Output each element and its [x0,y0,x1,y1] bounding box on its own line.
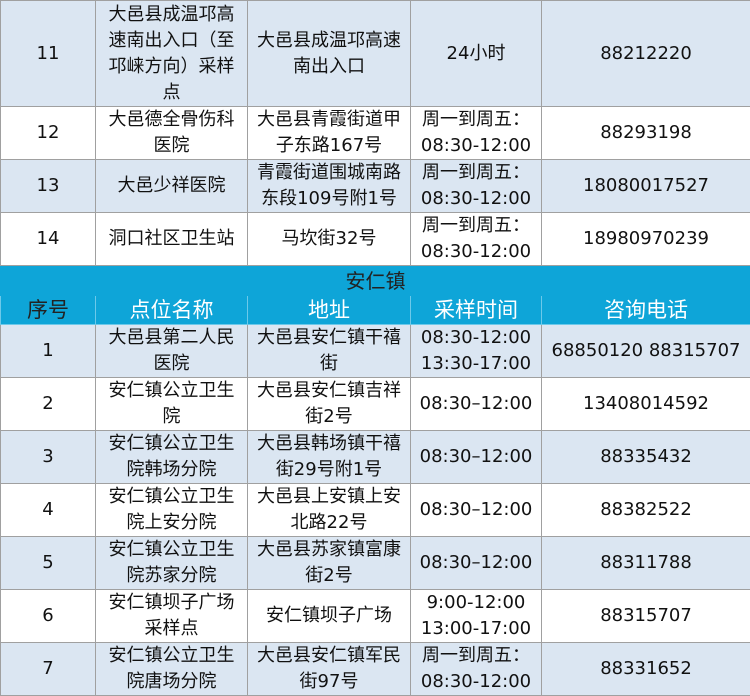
row-number: 11 [0,0,96,107]
table-row: 12 大邑德全骨伤科医院 大邑县青霞街道甲子东路167号 周一到周五：08:30… [0,106,750,160]
site-address: 大邑县青霞街道甲子东路167号 [247,106,411,160]
table-row: 3 安仁镇公立卫生院韩场分院 大邑县韩场镇干禧街29号附1号 08:30–12:… [0,430,750,484]
sampling-time: 08:30–12:00 [410,430,542,484]
row-number: 13 [0,159,96,213]
site-address: 马坎街32号 [247,212,411,266]
site-address: 青霞街道围城南路东段109号附1号 [247,159,411,213]
row-number: 12 [0,106,96,160]
site-name: 安仁镇公立卫生院苏家分院 [95,536,248,590]
site-name: 大邑县第二人民医院 [95,324,248,378]
table-row: 2 安仁镇公立卫生院 大邑县安仁镇吉祥街2号 08:30–12:00 13408… [0,377,750,431]
sampling-time: 08:30–12:00 [410,377,542,431]
phone-number: 88382522 [541,483,750,537]
column-header-address: 地址 [247,295,411,325]
site-name: 大邑少祥医院 [95,159,248,213]
row-number: 2 [0,377,96,431]
phone-number: 18080017527 [541,159,750,213]
site-name: 安仁镇公立卫生院唐场分院 [95,642,248,696]
site-address: 大邑县安仁镇吉祥街2号 [247,377,411,431]
phone-number: 88311788 [541,536,750,590]
sampling-time: 周一到周五：08:30-12:00 [410,106,542,160]
table-row: 1 大邑县第二人民医院 大邑县安仁镇干禧街 08:30-12:00 13:30-… [0,324,750,378]
column-header-row: 序号 点位名称 地址 采样时间 咨询电话 [0,295,750,325]
sampling-time: 周一到周五：08:30-12:00 [410,212,542,266]
phone-number: 18980970239 [541,212,750,266]
phone-number: 88212220 [541,0,750,107]
section-title: 安仁镇 [0,265,750,296]
site-name: 安仁镇公立卫生院 [95,377,248,431]
site-name: 洞口社区卫生站 [95,212,248,266]
table-row: 13 大邑少祥医院 青霞街道围城南路东段109号附1号 周一到周五：08:30-… [0,159,750,213]
row-number: 7 [0,642,96,696]
table-row: 6 安仁镇坝子广场采样点 安仁镇坝子广场 9:00-12:00 13:00-17… [0,589,750,643]
site-name: 安仁镇公立卫生院上安分院 [95,483,248,537]
sampling-time: 周一到周五：08:30-12:00 [410,642,542,696]
phone-number: 13408014592 [541,377,750,431]
column-header-site-name: 点位名称 [95,295,248,325]
site-name: 大邑县成温邛高速南出入口（至邛崃方向）采样点 [95,0,248,107]
column-header-sampling-time: 采样时间 [410,295,542,325]
sampling-time: 9:00-12:00 13:00-17:00 [410,589,542,643]
section-header-row: 安仁镇 [0,265,750,296]
sampling-time: 08:30–12:00 [410,536,542,590]
phone-number: 88315707 [541,589,750,643]
site-address: 大邑县韩场镇干禧街29号附1号 [247,430,411,484]
column-header-number: 序号 [0,295,96,325]
table-row: 14 洞口社区卫生站 马坎街32号 周一到周五：08:30-12:00 1898… [0,212,750,266]
sampling-time: 08:30–12:00 [410,483,542,537]
phone-number: 88293198 [541,106,750,160]
column-header-phone: 咨询电话 [541,295,750,325]
row-number: 4 [0,483,96,537]
site-address: 大邑县苏家镇富康街2号 [247,536,411,590]
table-row: 5 安仁镇公立卫生院苏家分院 大邑县苏家镇富康街2号 08:30–12:00 8… [0,536,750,590]
row-number: 1 [0,324,96,378]
phone-number: 68850120 88315707 [541,324,750,378]
table-row: 7 安仁镇公立卫生院唐场分院 大邑县安仁镇军民街97号 周一到周五：08:30-… [0,642,750,696]
site-name: 安仁镇公立卫生院韩场分院 [95,430,248,484]
row-number: 14 [0,212,96,266]
sampling-time: 08:30-12:00 13:30-17:00 [410,324,542,378]
site-address: 大邑县安仁镇军民街97号 [247,642,411,696]
site-name: 安仁镇坝子广场采样点 [95,589,248,643]
phone-number: 88335432 [541,430,750,484]
sampling-sites-table: 11 大邑县成温邛高速南出入口（至邛崃方向）采样点 大邑县成温邛高速南出入口 2… [0,0,750,696]
sampling-time: 周一到周五：08:30-12:00 [410,159,542,213]
row-number: 5 [0,536,96,590]
sampling-time: 24小时 [410,0,542,107]
site-address: 大邑县成温邛高速南出入口 [247,0,411,107]
site-name: 大邑德全骨伤科医院 [95,106,248,160]
row-number: 6 [0,589,96,643]
site-address: 安仁镇坝子广场 [247,589,411,643]
table-row: 4 安仁镇公立卫生院上安分院 大邑县上安镇上安北路22号 08:30–12:00… [0,483,750,537]
phone-number: 88331652 [541,642,750,696]
table-row: 11 大邑县成温邛高速南出入口（至邛崃方向）采样点 大邑县成温邛高速南出入口 2… [0,0,750,107]
row-number: 3 [0,430,96,484]
site-address: 大邑县安仁镇干禧街 [247,324,411,378]
site-address: 大邑县上安镇上安北路22号 [247,483,411,537]
